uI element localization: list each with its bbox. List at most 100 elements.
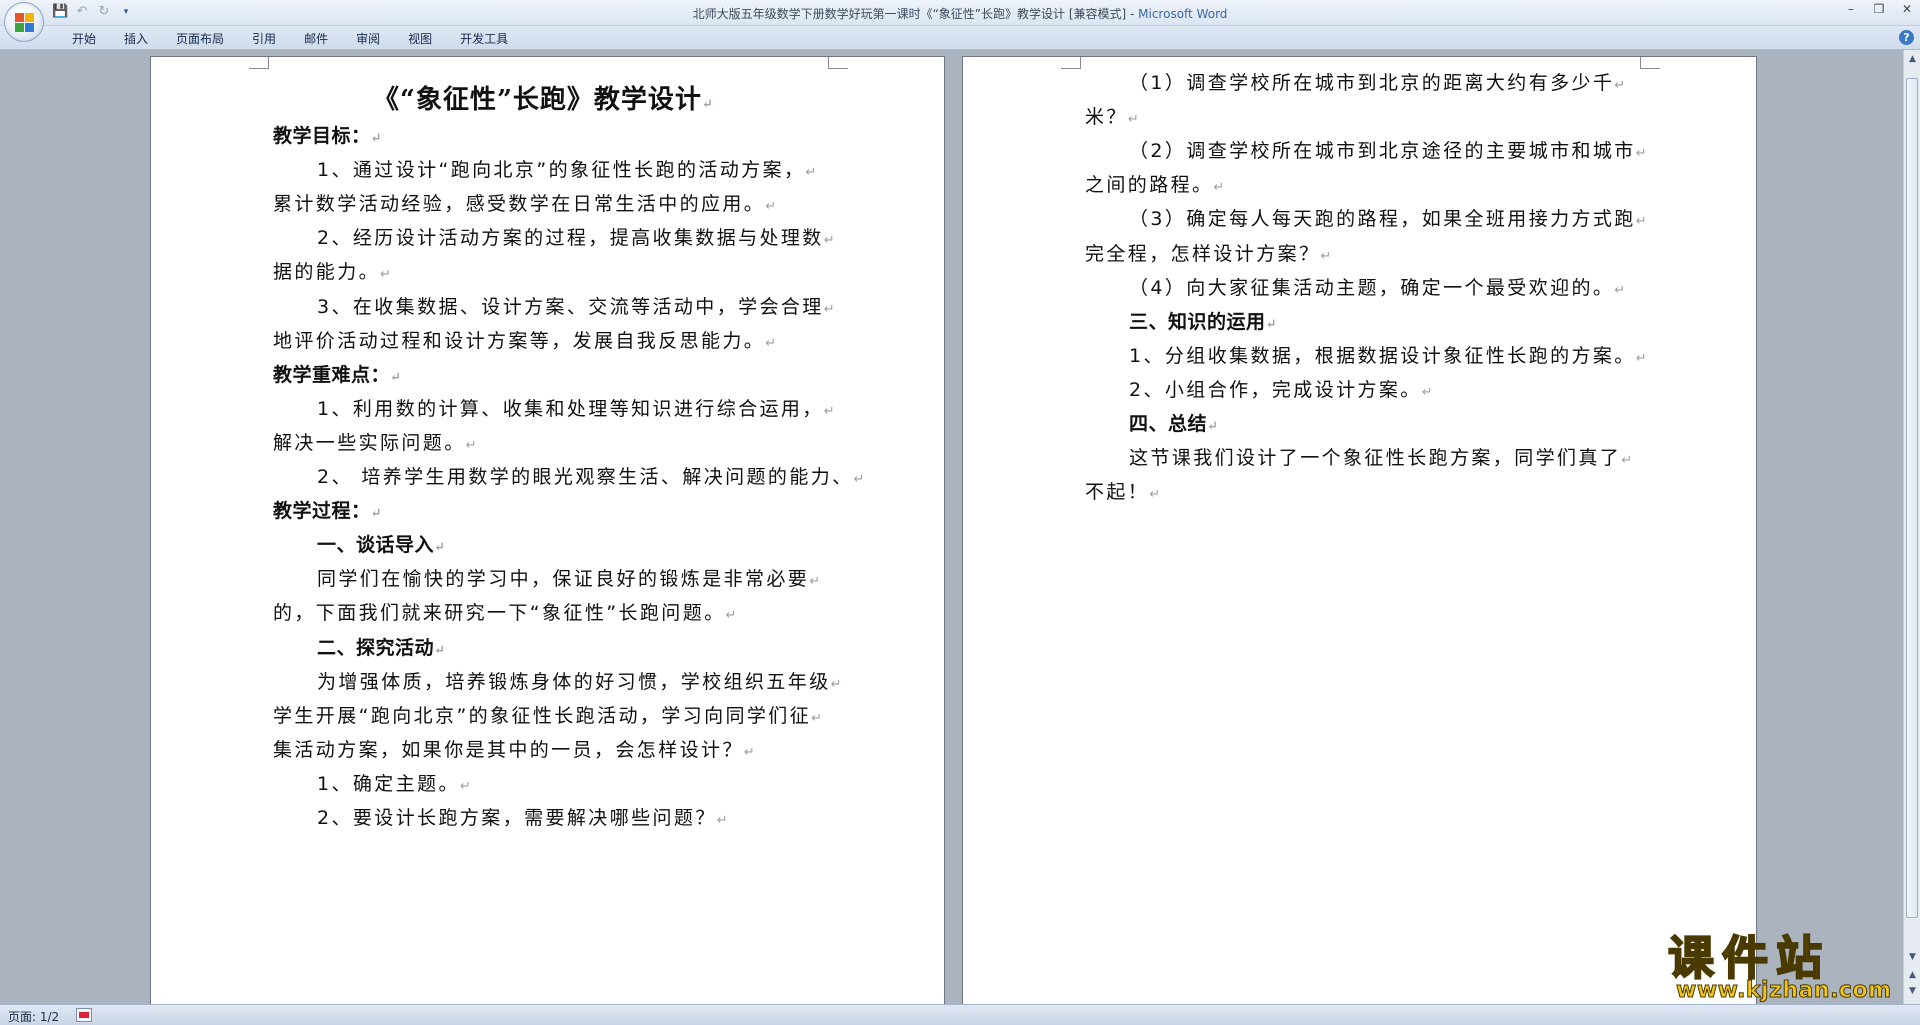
paragraph-mark: ↵ — [743, 744, 755, 760]
paragraph-line: 这节课我们设计了一个象征性长跑方案，同学们真了↵ — [1129, 443, 1632, 470]
paragraph-mark: ↵ — [811, 710, 822, 726]
line-text: 四、总结 — [1129, 413, 1208, 435]
paragraph-line: 完全程，怎样设计方案？↵ — [1085, 239, 1331, 266]
tab-developer[interactable]: 开发工具 — [446, 30, 522, 48]
paragraph-mark: ↵ — [459, 778, 471, 794]
paragraph-mark: ↵ — [1265, 316, 1277, 332]
paragraph-line: 学生开展“跑向北京”的象征性长跑活动，学习向同学们征↵ — [273, 701, 822, 728]
section-heading: 四、总结↵ — [1129, 409, 1218, 436]
paragraph-line: 1、确定主题。↵ — [317, 769, 471, 796]
close-icon[interactable]: ✕ — [1900, 2, 1914, 16]
next-page-icon[interactable]: ▼ — [1905, 984, 1920, 999]
tab-review[interactable]: 审阅 — [342, 30, 394, 48]
ribbon: 开始 插入 页面布局 引用 邮件 审阅 视图 开发工具 ? — [0, 26, 1920, 50]
paragraph-mark: ↵ — [1621, 453, 1633, 469]
title-bar: 💾 ↶ ↻ ▾ 北师大版五年级数学下册数学好玩第一课时《“象征性”长跑》教学设计… — [0, 0, 1920, 26]
tab-home[interactable]: 开始 — [58, 30, 110, 48]
paragraph-line: 为增强体质，培养锻炼身体的好习惯，学校组织五年级↵ — [317, 667, 842, 694]
watermark-logo: 课件站 www.kjzhan.com — [1667, 922, 1900, 1004]
line-text: 集活动方案，如果你是其中的一员，会怎样设计？ — [273, 738, 744, 761]
paragraph-mark: ↵ — [1320, 248, 1332, 264]
paragraph-mark: ↵ — [465, 437, 477, 453]
paragraph-mark: ↵ — [1614, 78, 1626, 93]
paragraph-mark: ↵ — [765, 335, 777, 351]
tab-references[interactable]: 引用 — [238, 30, 290, 48]
tab-page-layout[interactable]: 页面布局 — [162, 30, 238, 48]
paragraph-line: （1）调查学校所在城市到北京的距离大约有多少千↵ — [1129, 68, 1625, 95]
paragraph-line: 2、 培养学生用数学的眼光观察生活、解决问题的能力、↵ — [317, 462, 864, 489]
minimize-icon[interactable]: – — [1844, 2, 1858, 16]
paragraph-line: 地评价活动过程和设计方案等，发展自我反思能力。↵ — [273, 326, 776, 353]
app-name: Microsoft Word — [1138, 7, 1228, 21]
scroll-thumb[interactable] — [1906, 78, 1918, 918]
line-text: 完全程，怎样设计方案？ — [1085, 242, 1321, 265]
scroll-down-icon[interactable]: ▼ — [1905, 950, 1920, 965]
section-heading: 一、谈话导入↵ — [317, 530, 445, 557]
paragraph-line: 2、要设计长跑方案，需要解决哪些问题？↵ — [317, 803, 728, 830]
paragraph-mark: ↵ — [370, 131, 382, 146]
paragraph-line: 据的能力。↵ — [273, 257, 391, 284]
paragraph-mark: ↵ — [823, 301, 835, 317]
help-icon[interactable]: ? — [1899, 30, 1914, 45]
line-text: 学生开展“跑向北京”的象征性长跑活动，学习向同学们征 — [273, 704, 812, 727]
line-text: 1、通过设计“跑向北京”的象征性长跑的活动方案， — [317, 159, 806, 182]
paragraph-line: 累计数学活动经验，感受数学在日常生活中的应用。↵ — [273, 189, 776, 216]
line-text: 2、要设计长跑方案，需要解决哪些问题？ — [317, 807, 717, 829]
paragraph-mark: ↵ — [1635, 350, 1647, 366]
paragraph-mark: ↵ — [380, 267, 391, 283]
document-title: 《“象征性”长跑》教学设计↵ — [373, 85, 713, 115]
paragraph-line: （3）确定每人每天跑的路程，如果全班用接力方式跑↵ — [1129, 204, 1647, 231]
office-logo-icon — [14, 12, 34, 32]
paragraph-mark: ↵ — [830, 676, 842, 692]
line-text: 这节课我们设计了一个象征性长跑方案，同学们真了 — [1129, 447, 1622, 470]
page-indicator[interactable]: 页面: 1/2 — [8, 1008, 59, 1025]
line-text: 1、利用数的计算、收集和处理等知识进行综合运用， — [317, 397, 824, 420]
line-text: 2、小组合作，完成设计方案。 — [1129, 378, 1422, 401]
paragraph-mark: ↵ — [1213, 180, 1225, 196]
line-text: 之间的路程。 — [1085, 174, 1214, 197]
tab-mailings[interactable]: 邮件 — [290, 30, 342, 48]
tab-insert[interactable]: 插入 — [110, 30, 162, 48]
paragraph-line: （2）调查学校所在城市到北京途径的主要城市和城市↵ — [1129, 136, 1647, 163]
paragraph-mark: ↵ — [434, 642, 445, 658]
line-text: 不起！ — [1085, 481, 1150, 504]
paragraph-line: 2、小组合作，完成设计方案。↵ — [1129, 375, 1433, 402]
line-text: 教学过程： — [273, 500, 371, 523]
ribbon-tabs: 开始 插入 页面布局 引用 邮件 审阅 视图 开发工具 — [58, 30, 522, 48]
vertical-scrollbar[interactable]: ▲ ▼ ▲ ▼ — [1903, 50, 1920, 1004]
paragraph-line: 同学们在愉快的学习中，保证良好的锻炼是非常必要↵ — [317, 564, 820, 591]
paragraph-line: 1、通过设计“跑向北京”的象征性长跑的活动方案，↵ — [317, 155, 816, 182]
paragraph-mark: ↵ — [716, 813, 728, 828]
paragraph-line: 解决一些实际问题。↵ — [273, 428, 477, 455]
line-text: 同学们在愉快的学习中，保证良好的锻炼是非常必要 — [317, 568, 810, 591]
line-text: 解决一些实际问题。 — [273, 431, 466, 454]
line-text: 1、分组收集数据，根据数据设计象征性长跑的方案。 — [1129, 344, 1636, 367]
line-text: 教学重难点： — [273, 363, 391, 386]
window-controls: – ❐ ✕ — [1844, 2, 1914, 16]
previous-page-icon[interactable]: ▲ — [1905, 968, 1920, 983]
paragraph-line: 米？↵ — [1085, 102, 1139, 129]
line-text: 累计数学活动经验，感受数学在日常生活中的应用。 — [273, 193, 766, 216]
paragraph-mark: ↵ — [1635, 214, 1647, 230]
paragraph-line: 之间的路程。↵ — [1085, 170, 1224, 197]
line-text: （1）调查学校所在城市到北京的距离大约有多少千 — [1129, 72, 1615, 94]
line-text: （4）向大家征集活动主题，确定一个最受欢迎的。 — [1129, 276, 1615, 299]
office-button[interactable] — [4, 2, 44, 42]
scroll-up-icon[interactable]: ▲ — [1905, 52, 1920, 67]
paragraph-line: （4）向大家征集活动主题，确定一个最受欢迎的。↵ — [1129, 273, 1625, 300]
section-heading: 教学重难点：↵ — [273, 360, 401, 387]
line-text: 为增强体质，培养锻炼身体的好习惯，学校组织五年级 — [317, 670, 831, 693]
paragraph-mark: ↵ — [370, 506, 382, 522]
page-1-content: 《“象征性”长跑》教学设计↵ 教学目标：↵ 1、通过设计“跑向北京”的象征性长跑的… — [151, 57, 946, 1004]
tab-view[interactable]: 视图 — [394, 30, 446, 48]
watermark-url: www.kjzhan.com — [1676, 978, 1892, 1004]
line-text: 的，下面我们就来研究一下“象征性”长跑问题。 — [273, 602, 726, 625]
paragraph-mark: ↵ — [1635, 146, 1647, 162]
proofing-icon[interactable] — [76, 1008, 92, 1022]
page-1: 《“象征性”长跑》教学设计↵ 教学目标：↵ 1、通过设计“跑向北京”的象征性长跑的… — [150, 56, 945, 1004]
document-area: 《“象征性”长跑》教学设计↵ 教学目标：↵ 1、通过设计“跑向北京”的象征性长跑的… — [0, 50, 1903, 1004]
restore-icon[interactable]: ❐ — [1872, 2, 1886, 16]
line-text: 据的能力。 — [273, 261, 381, 284]
line-text: 二、探究活动 — [317, 636, 435, 659]
paragraph-mark: ↵ — [1149, 487, 1161, 503]
